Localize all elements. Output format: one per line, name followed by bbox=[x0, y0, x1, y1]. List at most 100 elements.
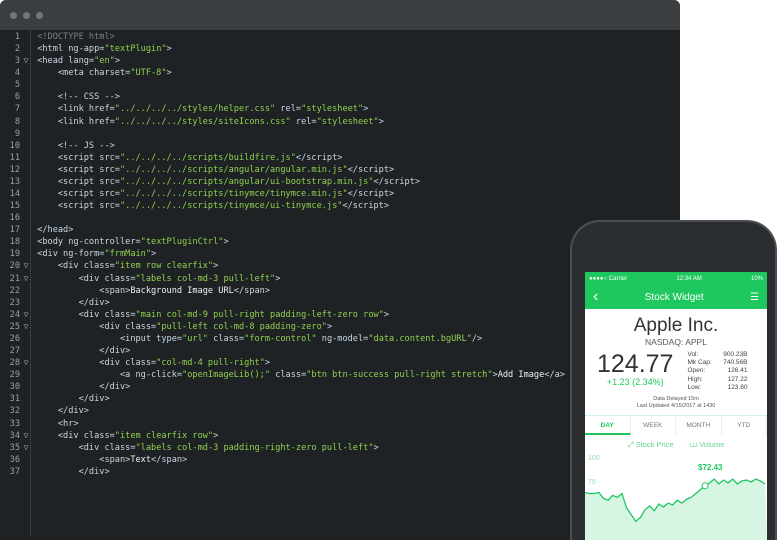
code-token: <html ng-app= bbox=[37, 44, 105, 55]
code-token: > bbox=[383, 309, 390, 320]
code-token: > bbox=[373, 442, 379, 453]
code-token: </div> bbox=[99, 382, 131, 393]
code-token: <div class= bbox=[57, 430, 115, 441]
line-number: 18 bbox=[9, 237, 20, 248]
highlight-point[interactable] bbox=[701, 482, 709, 490]
code-token: "col-md-4 pull-right" bbox=[156, 358, 265, 369]
line-number: 4 bbox=[14, 68, 20, 79]
code-token: <!DOCTYPE html> bbox=[37, 32, 115, 42]
fold-arrow-icon[interactable]: ▽ bbox=[20, 357, 32, 369]
code-token: > bbox=[223, 237, 229, 248]
tab-month[interactable]: MONTH bbox=[676, 416, 722, 436]
code-line[interactable]: 13 <script src="../../../../scripts/angu… bbox=[0, 176, 680, 188]
code-token: "../../../../scripts/angular/ui-bootstra… bbox=[119, 176, 374, 187]
line-number: 17 bbox=[9, 225, 20, 236]
code-line[interactable]: 11 <script src="../../../../scripts/buil… bbox=[0, 152, 680, 164]
code-line[interactable]: 15 <script src="../../../../scripts/tiny… bbox=[0, 200, 680, 212]
line-number: 32 bbox=[9, 406, 20, 417]
code-token: class= bbox=[207, 333, 245, 344]
code-token: /> bbox=[471, 333, 483, 344]
code-line[interactable]: 8 <link href="../../../../styles/siteIco… bbox=[0, 116, 680, 128]
battery: 10% bbox=[750, 275, 763, 282]
fold-arrow-icon[interactable]: ▽ bbox=[20, 273, 32, 285]
window-maximize-button[interactable] bbox=[36, 11, 43, 19]
code-token: <head lang= bbox=[37, 56, 95, 67]
code-token: <div class= bbox=[78, 442, 136, 453]
code-line[interactable]: 7 <link href="../../../../styles/helper.… bbox=[0, 103, 680, 115]
fold-arrow-icon[interactable]: ▽ bbox=[20, 321, 32, 333]
stat-value: 126.41 bbox=[727, 367, 748, 375]
code-token: "../../../../scripts/buildfire.js" bbox=[119, 152, 296, 163]
code-token: Text bbox=[130, 454, 152, 465]
status-bar: ●●●●○ Carrier 12:34 AM 10% bbox=[585, 272, 767, 285]
line-number: 36 bbox=[9, 454, 20, 465]
code-token: <link href= bbox=[57, 104, 115, 115]
code-token: <script src= bbox=[57, 152, 120, 163]
window-minimize-button[interactable] bbox=[23, 11, 30, 19]
code-line[interactable]: 2 <html ng-app="textPlugin"> bbox=[0, 43, 680, 55]
back-icon[interactable]: ‹ bbox=[593, 288, 598, 306]
code-line[interactable]: 12 <script src="../../../../scripts/angu… bbox=[0, 164, 680, 176]
code-token: </head> bbox=[37, 225, 74, 236]
code-token: Background Image URL bbox=[130, 285, 234, 296]
fold-arrow-icon[interactable]: ▽ bbox=[20, 260, 32, 272]
code-token: > bbox=[264, 358, 271, 369]
code-token: </div> bbox=[99, 346, 131, 357]
fold-arrow-icon[interactable]: ▽ bbox=[20, 309, 32, 321]
line-number: 7 bbox=[14, 104, 20, 115]
line-number: 11 bbox=[9, 152, 20, 163]
code-token: "stylesheet" bbox=[301, 104, 364, 115]
tab-week[interactable]: WEEK bbox=[631, 416, 676, 436]
code-token: </div> bbox=[78, 466, 110, 477]
last-updated: Last Updated 4/15/2017 at 1430 bbox=[636, 403, 716, 410]
line-number: 22 bbox=[9, 285, 20, 296]
code-line[interactable]: 3 ▽ <head lang="en"> bbox=[0, 55, 680, 67]
code-token: <div class= bbox=[78, 273, 136, 284]
stat-row: Vol: 900.23B bbox=[687, 351, 747, 359]
code-token: "../../../../styles/siteIcons.css" bbox=[114, 116, 291, 127]
price-change: +1.23 (2.34%) bbox=[606, 377, 664, 387]
code-token: <script src= bbox=[57, 189, 120, 200]
code-line[interactable]: 4 <meta charset="UTF-8"> bbox=[0, 67, 680, 79]
line-number: 30 bbox=[9, 382, 20, 393]
code-line[interactable]: 14 <script src="../../../../scripts/tiny… bbox=[0, 188, 680, 200]
code-line[interactable]: 5 bbox=[0, 79, 680, 91]
stat-label: Mk Cap: bbox=[687, 359, 712, 367]
menu-icon[interactable]: ☰ bbox=[750, 292, 759, 303]
line-number: 20 bbox=[9, 261, 20, 272]
code-token: "UTF-8" bbox=[130, 68, 167, 79]
line-number: 29 bbox=[9, 370, 20, 381]
code-line[interactable]: 16 bbox=[0, 212, 680, 224]
tab-ytd[interactable]: YTD bbox=[722, 416, 767, 436]
stat-row: Mk Cap: 740.56B bbox=[687, 359, 747, 367]
stat-label: Open: bbox=[687, 367, 706, 375]
stat-label: Low: bbox=[687, 383, 702, 391]
exchange-ticker: NASDAQ: APPL bbox=[645, 337, 707, 347]
code-token: <meta charset= bbox=[57, 68, 131, 79]
fold-arrow-icon[interactable]: ▽ bbox=[20, 430, 32, 442]
line-number: 35 bbox=[9, 442, 20, 453]
code-token: <span> bbox=[99, 454, 131, 465]
stat-row: Low: 123.80 bbox=[687, 384, 747, 392]
window-close-button[interactable] bbox=[10, 11, 17, 19]
code-token: "form-control" bbox=[244, 333, 317, 344]
stat-label: High: bbox=[687, 375, 703, 383]
code-token: "textPlugin" bbox=[104, 44, 167, 55]
code-token: "btn btn-success pull-right stretch" bbox=[306, 370, 493, 381]
code-line[interactable]: 6 <!-- CSS --> bbox=[0, 91, 680, 103]
carrier: ●●●●○ Carrier bbox=[589, 275, 628, 282]
fold-arrow-icon[interactable]: ▽ bbox=[20, 442, 32, 454]
fold-arrow-icon[interactable]: ▽ bbox=[20, 55, 32, 67]
tab-day[interactable]: DAY bbox=[585, 416, 631, 436]
code-token: </div> bbox=[57, 406, 89, 417]
code-line[interactable]: 10 <!-- JS --> bbox=[0, 140, 680, 152]
code-token: </div> bbox=[78, 394, 110, 405]
code-token: <div class= bbox=[78, 309, 136, 320]
code-token: <script src= bbox=[57, 164, 120, 175]
code-line[interactable]: 9 bbox=[0, 128, 680, 140]
code-token: "labels col-md-3 pull-left" bbox=[135, 273, 276, 284]
code-token: <div class= bbox=[99, 321, 157, 332]
code-token: <span> bbox=[99, 285, 131, 296]
code-line[interactable]: 1 <!DOCTYPE html> bbox=[0, 31, 680, 43]
line-number: 37 bbox=[9, 466, 20, 477]
